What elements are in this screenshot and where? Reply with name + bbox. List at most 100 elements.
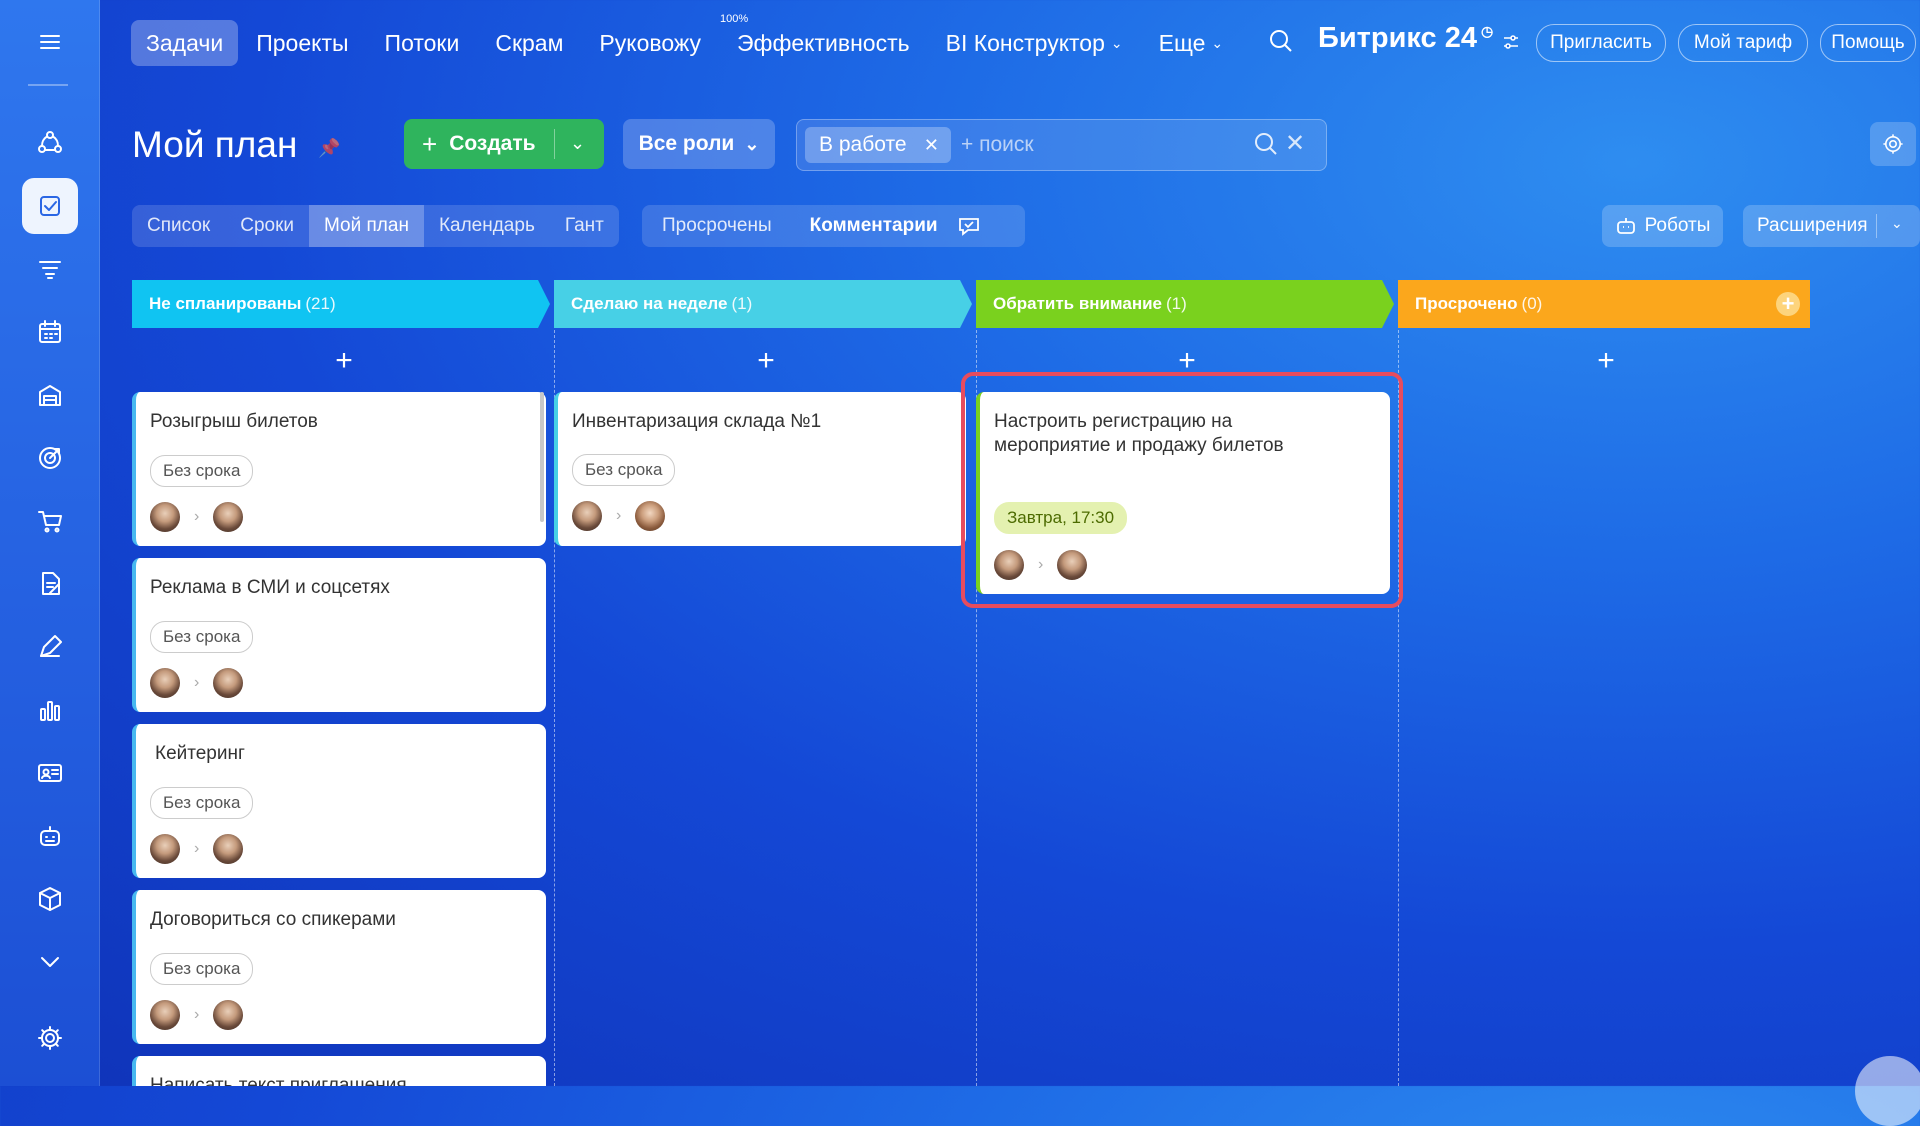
task-participants: › bbox=[150, 668, 244, 698]
column-count: (1) bbox=[1166, 294, 1187, 313]
create-button[interactable]: + Создать ⌄ bbox=[404, 119, 604, 169]
tab-projects[interactable]: Проекты bbox=[238, 20, 366, 66]
contact-card-icon[interactable] bbox=[22, 745, 78, 801]
pin-icon[interactable]: 📌 bbox=[318, 138, 340, 159]
chevron-down-icon[interactable]: ⌄ bbox=[1891, 215, 1903, 232]
avatar[interactable] bbox=[572, 501, 602, 531]
chart-icon[interactable] bbox=[22, 682, 78, 738]
filter-search-box[interactable]: В работе ✕ + поиск ✕ bbox=[796, 119, 1327, 171]
task-card[interactable]: Написать текст приглашения bbox=[132, 1056, 546, 1086]
view-tab-deadlines[interactable]: Сроки bbox=[225, 205, 309, 247]
avatar[interactable] bbox=[213, 1000, 244, 1030]
task-card[interactable]: Договориться со спикерами Без срока › bbox=[132, 890, 546, 1044]
filter-chip-in-progress[interactable]: В работе ✕ bbox=[805, 127, 951, 163]
tasks-icon[interactable] bbox=[22, 178, 78, 234]
column-scrollbar[interactable] bbox=[540, 392, 544, 522]
task-title[interactable]: Написать текст приглашения bbox=[150, 1074, 407, 1086]
flows-icon[interactable] bbox=[22, 115, 78, 171]
column-header-attention[interactable]: Обратить внимание (1) bbox=[976, 280, 1386, 328]
add-task-button[interactable]: + bbox=[746, 344, 786, 378]
tab-bi-constructor[interactable]: BI Конструктор ⌄ bbox=[928, 20, 1141, 66]
calendar-icon[interactable] bbox=[22, 304, 78, 360]
robot-icon[interactable] bbox=[22, 808, 78, 864]
tab-more[interactable]: Еще ⌄ bbox=[1141, 20, 1242, 66]
extensions-button[interactable]: Расширения ⌄ bbox=[1743, 205, 1920, 247]
chevron-down-icon[interactable]: ⌄ bbox=[570, 133, 585, 154]
filter-comments[interactable]: Комментарии bbox=[792, 215, 956, 237]
filter-overdue[interactable]: Просрочены bbox=[642, 215, 792, 237]
task-title[interactable]: Договориться со спикерами bbox=[150, 908, 396, 932]
avatar[interactable] bbox=[150, 1000, 180, 1030]
column-header-this-week[interactable]: Сделаю на неделе (1) bbox=[554, 280, 964, 328]
settings-button[interactable] bbox=[1870, 122, 1916, 166]
robots-button[interactable]: Роботы bbox=[1602, 205, 1723, 247]
clear-icon[interactable]: ✕ bbox=[1285, 129, 1305, 158]
roles-dropdown[interactable]: Все роли ⌄ bbox=[623, 119, 775, 169]
add-task-button[interactable]: + bbox=[1586, 344, 1626, 378]
view-tab-calendar[interactable]: Календарь bbox=[424, 205, 550, 247]
tab-label: Задачи bbox=[146, 29, 224, 56]
task-participants: › bbox=[150, 1000, 244, 1030]
task-title[interactable]: Розыгрыш билетов bbox=[150, 410, 318, 434]
tab-efficiency[interactable]: 100% Эффективность bbox=[719, 13, 928, 66]
add-column-icon[interactable]: + bbox=[1776, 291, 1800, 316]
avatar[interactable] bbox=[150, 502, 180, 532]
task-card[interactable]: Кейтеринг Без срока › bbox=[132, 724, 546, 878]
deadline-badge[interactable]: Без срока bbox=[150, 621, 254, 653]
avatar[interactable] bbox=[213, 502, 244, 532]
avatar[interactable] bbox=[635, 501, 666, 531]
funnel-icon[interactable] bbox=[22, 241, 78, 297]
search-icon[interactable] bbox=[1253, 131, 1279, 162]
robot-icon bbox=[1616, 218, 1635, 234]
avatar[interactable] bbox=[150, 834, 180, 864]
deadline-badge[interactable]: Без срока bbox=[150, 787, 254, 819]
tab-label: Эффективность bbox=[737, 29, 910, 56]
task-title[interactable]: Кейтеринг bbox=[155, 742, 245, 766]
avatar[interactable] bbox=[213, 668, 244, 698]
chat-bubble[interactable] bbox=[1855, 1056, 1920, 1126]
avatar[interactable] bbox=[150, 668, 180, 698]
view-tab-gantt[interactable]: Гант bbox=[550, 205, 619, 247]
task-card[interactable]: Инвентаризация склада №1 Без срока › bbox=[554, 392, 966, 546]
tab-tasks[interactable]: Задачи bbox=[131, 20, 239, 66]
store-icon[interactable] bbox=[22, 367, 78, 423]
task-participants: › bbox=[572, 501, 666, 531]
avatar[interactable] bbox=[213, 834, 244, 864]
tab-label: Руковожу bbox=[599, 29, 701, 56]
my-tariff-button[interactable]: Мой тариф bbox=[1678, 24, 1808, 62]
tab-supervising[interactable]: Руковожу bbox=[581, 20, 719, 66]
settings-icon[interactable] bbox=[22, 1010, 78, 1066]
task-title[interactable]: Реклама в СМИ и соцсетях bbox=[150, 576, 390, 600]
search-icon[interactable] bbox=[1268, 28, 1294, 59]
cart-icon[interactable] bbox=[22, 493, 78, 549]
invite-button[interactable]: Пригласить bbox=[1536, 24, 1666, 62]
task-card[interactable]: Розыгрыш билетов Без срока › bbox=[132, 392, 546, 546]
document-icon[interactable] bbox=[22, 556, 78, 612]
arrow-icon: › bbox=[194, 840, 200, 857]
box-icon[interactable] bbox=[22, 871, 78, 927]
target-icon[interactable] bbox=[22, 430, 78, 486]
menu-icon[interactable] bbox=[22, 14, 78, 70]
view-tab-my-plan[interactable]: Мой план bbox=[309, 205, 424, 247]
deadline-badge[interactable]: Без срока bbox=[150, 953, 254, 985]
column-header-overdue[interactable]: Просрочено (0) bbox=[1398, 280, 1810, 328]
view-tab-list[interactable]: Список bbox=[132, 205, 225, 247]
tab-flows[interactable]: Потоки bbox=[367, 20, 478, 66]
task-card[interactable]: Реклама в СМИ и соцсетях Без срока › bbox=[132, 558, 546, 712]
brand-logo[interactable]: Битрикс 24 ◷ bbox=[1318, 22, 1521, 55]
task-title[interactable]: Инвентаризация склада №1 bbox=[572, 410, 821, 434]
pen-icon[interactable] bbox=[22, 619, 78, 675]
deadline-badge[interactable]: Без срока bbox=[150, 455, 254, 487]
chevron-down-icon[interactable] bbox=[22, 934, 78, 990]
column-header-unplanned[interactable]: Не спланированы (21) bbox=[132, 280, 542, 328]
comments-read-icon[interactable] bbox=[956, 213, 982, 239]
search-input[interactable]: + поиск bbox=[961, 133, 1034, 157]
help-button[interactable]: Помощь bbox=[1820, 24, 1916, 62]
view-switcher: Список Сроки Мой план Календарь Гант bbox=[132, 205, 619, 247]
add-task-button[interactable]: + bbox=[324, 344, 364, 378]
deadline-badge[interactable]: Без срока bbox=[572, 454, 676, 486]
tab-scrum[interactable]: Скрам bbox=[477, 20, 581, 66]
invite-label: Пригласить bbox=[1550, 32, 1652, 53]
close-icon[interactable]: ✕ bbox=[924, 135, 939, 156]
tab-label: Потоки bbox=[384, 29, 460, 56]
